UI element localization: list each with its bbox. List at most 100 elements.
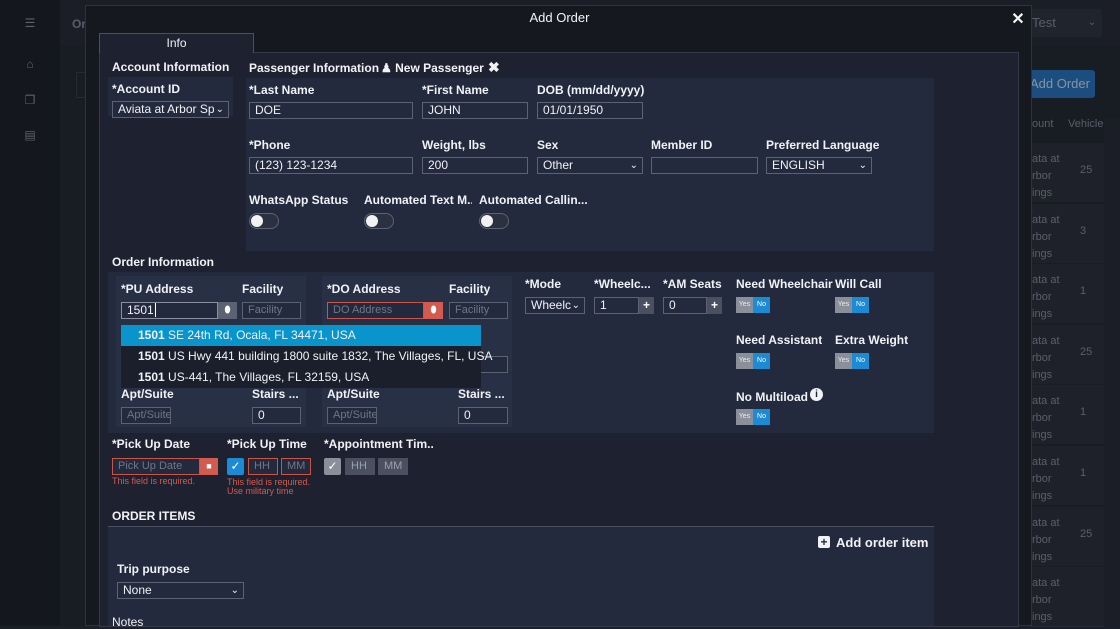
- mode-value: Wheelc: [531, 298, 572, 312]
- yes-option[interactable]: Yes: [835, 297, 852, 313]
- automated-calling-toggle[interactable]: [479, 213, 509, 229]
- appointment-minute-input[interactable]: MM: [378, 458, 408, 475]
- no-option[interactable]: No: [753, 297, 770, 313]
- suggestion-match: 1501: [138, 328, 165, 342]
- chevron-down-icon: ⌄: [230, 585, 239, 596]
- text-cursor: [154, 303, 156, 317]
- automated-text-toggle[interactable]: [364, 213, 394, 229]
- yes-option[interactable]: Yes: [736, 297, 753, 313]
- plus-square-icon[interactable]: +: [818, 536, 830, 548]
- suggestion-item[interactable]: 1501 SE 24th Rd, Ocala, FL 34471, USA: [121, 325, 481, 346]
- appointment-time-checkbox[interactable]: ✓: [324, 458, 341, 475]
- wheelchair-count-input[interactable]: 1: [594, 297, 639, 314]
- whatsapp-toggle[interactable]: [249, 213, 279, 229]
- first-name-field[interactable]: JOHN: [422, 102, 528, 119]
- do-apt-label: Apt/Suite: [327, 387, 380, 401]
- pickup-minute-input[interactable]: MM: [281, 458, 311, 475]
- last-name-field[interactable]: DOE: [249, 102, 413, 119]
- trip-purpose-value: None: [123, 583, 152, 597]
- last-name-label: *Last Name: [249, 83, 315, 97]
- do-address-input[interactable]: DO Address: [327, 302, 424, 319]
- clear-passenger-icon[interactable]: ✖: [488, 59, 500, 76]
- account-id-select[interactable]: Aviata at Arbor Sp ⌄: [112, 101, 229, 118]
- no-option[interactable]: No: [852, 353, 869, 369]
- info-icon[interactable]: i: [810, 388, 823, 401]
- chevron-down-icon: ⌄: [858, 160, 867, 171]
- mode-select[interactable]: Wheelc ⌄: [525, 297, 585, 314]
- tab-info[interactable]: Info: [99, 33, 254, 53]
- appointment-hour-input[interactable]: HH: [345, 458, 375, 475]
- no-option[interactable]: No: [753, 409, 770, 425]
- pickup-time-hint: Use military time: [227, 486, 294, 496]
- language-select[interactable]: ENGLISH ⌄: [766, 157, 872, 174]
- need-assistant-toggle[interactable]: Yes No: [736, 353, 770, 369]
- wheelchair-plus-icon[interactable]: +: [639, 297, 654, 314]
- pickup-date-input[interactable]: Pick Up Date: [112, 458, 200, 475]
- pu-facility-input[interactable]: Facility: [242, 302, 301, 319]
- dob-field[interactable]: 01/01/1950: [537, 102, 643, 119]
- trip-purpose-label: Trip purpose: [117, 562, 190, 576]
- automated-calling-label: Automated Callin...: [479, 193, 587, 207]
- suggestion-item[interactable]: 1501 US-441, The Villages, FL 32159, USA: [121, 367, 481, 388]
- will-call-toggle[interactable]: Yes No: [835, 297, 869, 313]
- yes-option[interactable]: Yes: [736, 409, 753, 425]
- need-wheelchair-label: Need Wheelchair: [736, 277, 833, 291]
- need-wheelchair-toggle[interactable]: Yes No: [736, 297, 770, 313]
- no-option[interactable]: No: [852, 297, 869, 313]
- trip-purpose-select[interactable]: None ⌄: [117, 582, 244, 599]
- no-multiload-toggle[interactable]: Yes No: [736, 409, 770, 425]
- pu-stairs-label: Stairs ...: [252, 387, 299, 401]
- calendar-icon[interactable]: ■: [200, 458, 218, 475]
- sex-select[interactable]: Other ⌄: [537, 157, 643, 174]
- pu-stairs-input[interactable]: 0: [252, 407, 301, 424]
- automated-text-label: Automated Text M...: [364, 193, 472, 207]
- need-assistant-label: Need Assistant: [736, 333, 823, 347]
- do-stairs-input[interactable]: 0: [458, 407, 508, 424]
- am-seats-input[interactable]: 0: [663, 297, 707, 314]
- toggle-knob: [366, 215, 378, 227]
- suggestion-item[interactable]: 1501 US Hwy 441 building 1800 suite 1832…: [121, 346, 492, 367]
- toggle-knob: [251, 215, 263, 227]
- pu-apt-input[interactable]: Apt/Suite: [121, 407, 171, 424]
- am-seats-plus-icon[interactable]: +: [707, 297, 722, 314]
- chevron-down-icon: ⌄: [629, 160, 638, 171]
- new-passenger-label: New Passenger: [395, 61, 484, 75]
- whatsapp-label: WhatsApp Status: [249, 193, 349, 207]
- suggestion-rest: US-441, The Villages, FL 32159, USA: [164, 370, 370, 384]
- account-id-label: *Account ID: [112, 82, 181, 96]
- yes-option[interactable]: Yes: [736, 353, 753, 369]
- no-multiload-label: No Multiload: [736, 390, 808, 404]
- pickup-time-checkbox[interactable]: ✓: [227, 458, 244, 475]
- pu-address-input[interactable]: 1501: [121, 302, 218, 319]
- pu-address-value: 1501: [127, 303, 154, 317]
- pu-apt-label: Apt/Suite: [121, 387, 174, 401]
- yes-option[interactable]: Yes: [835, 353, 852, 369]
- sex-value: Other: [543, 158, 574, 172]
- phone-field[interactable]: (123) 123-1234: [249, 157, 413, 174]
- passenger-section-title: Passenger Information: [249, 61, 380, 75]
- extra-weight-toggle[interactable]: Yes No: [835, 353, 869, 369]
- pu-map-pin-icon[interactable]: ⬮: [218, 302, 237, 319]
- suggestion-rest: US Hwy 441 building 1800 suite 1832, The…: [164, 349, 493, 363]
- pickup-time-label: *Pick Up Time: [227, 437, 307, 451]
- do-map-pin-icon[interactable]: ⬮: [424, 302, 443, 319]
- no-option[interactable]: No: [753, 353, 770, 369]
- order-section-title: Order Information: [112, 255, 215, 269]
- do-apt-input[interactable]: Apt/Suite: [327, 407, 377, 424]
- person-icon: ♟: [381, 61, 392, 75]
- new-passenger-button[interactable]: ♟ New Passenger: [381, 61, 484, 75]
- add-order-item-button[interactable]: Add order item: [836, 535, 928, 550]
- weight-field[interactable]: 200: [422, 157, 528, 174]
- notes-label: Notes: [112, 615, 144, 629]
- appointment-time-label: *Appointment Tim...: [324, 437, 434, 451]
- toggle-knob: [481, 215, 493, 227]
- do-facility-input[interactable]: Facility: [449, 302, 508, 319]
- first-name-label: *First Name: [422, 83, 489, 97]
- member-id-field[interactable]: [651, 157, 758, 174]
- pickup-hour-input[interactable]: HH: [248, 458, 278, 475]
- close-icon[interactable]: ✕: [1011, 12, 1025, 28]
- chevron-down-icon: ⌄: [571, 300, 580, 311]
- order-items-title: ORDER ITEMS: [112, 509, 196, 523]
- modal-title: Add Order: [529, 10, 590, 25]
- extra-weight-label: Extra Weight: [835, 333, 909, 347]
